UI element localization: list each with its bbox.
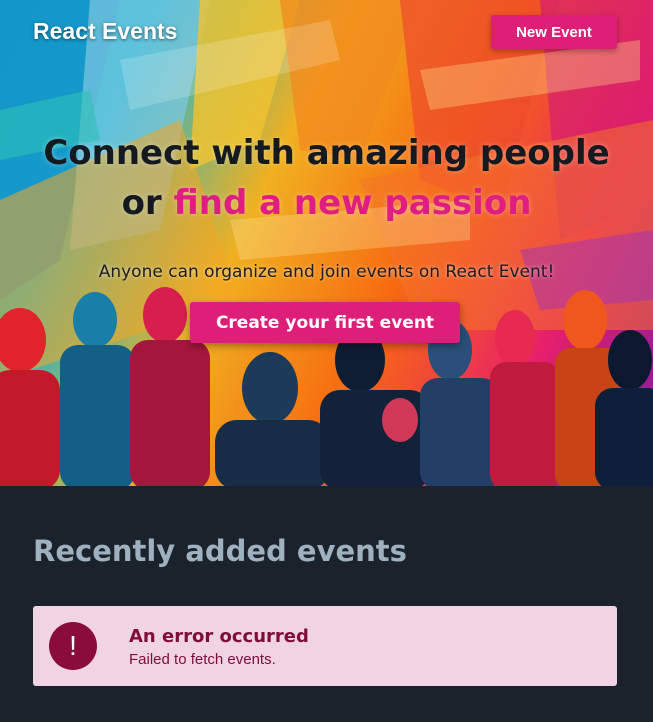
recent-events-title: Recently added events [33, 534, 407, 568]
headline-accent: find a new passion [173, 183, 532, 223]
hero-headline: Connect with amazing people or find a ne… [0, 128, 653, 228]
headline-line-2: or find a new passion [0, 178, 653, 228]
brand-logo[interactable]: React Events [33, 18, 177, 45]
new-event-button[interactable]: New Event [491, 15, 617, 49]
hero-subline: Anyone can organize and join events on R… [98, 262, 555, 282]
error-icon: ! [49, 622, 97, 670]
create-first-event-button[interactable]: Create your first event [190, 302, 460, 343]
headline-prefix: or [121, 183, 174, 223]
headline-line-1: Connect with amazing people [43, 133, 610, 173]
error-title: An error occurred [129, 626, 309, 647]
error-message: Failed to fetch events. [129, 651, 276, 668]
hero-section: React Events New Event Connect with amaz… [0, 0, 653, 486]
hero-illustration [0, 0, 653, 486]
error-alert: ! An error occurred Failed to fetch even… [33, 606, 617, 686]
